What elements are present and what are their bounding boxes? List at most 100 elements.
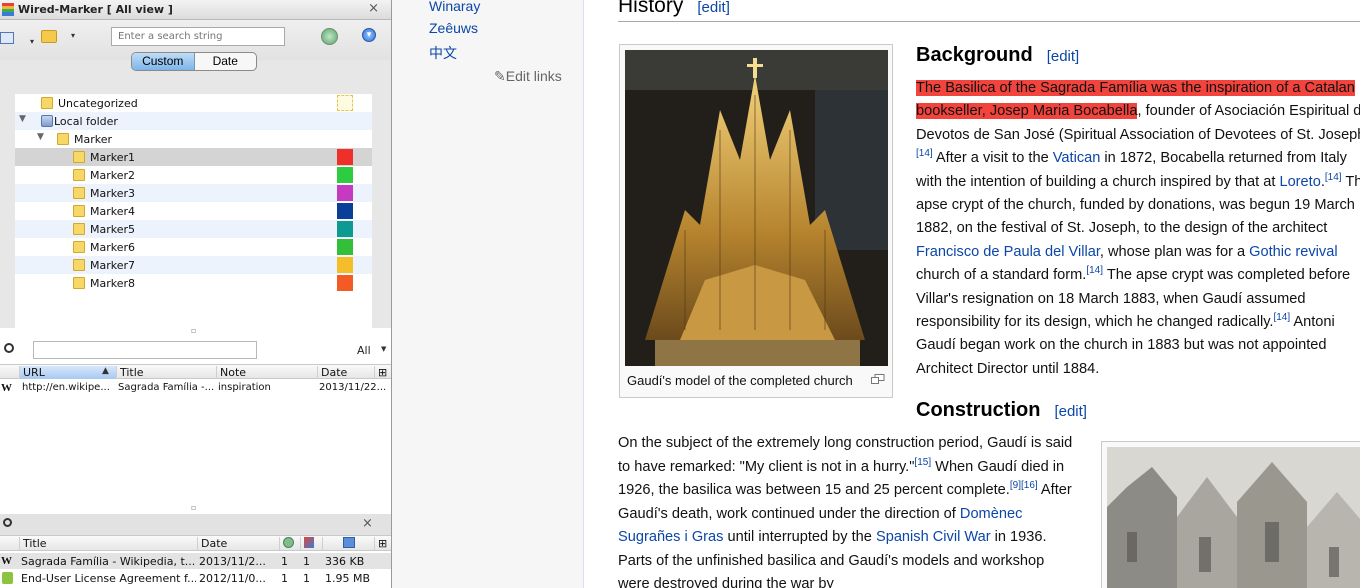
cell-title: End-User License Agreement f... (21, 572, 196, 585)
column-picker-icon[interactable]: ⊞ (374, 537, 391, 550)
cell-count: 1 (303, 555, 310, 568)
tree-row-marker8[interactable]: Marker8 (15, 274, 372, 292)
tree-row-marker2[interactable]: Marker2 (15, 166, 372, 184)
tree-label: Marker7 (90, 259, 136, 272)
chevron-down-icon[interactable]: ▾ (71, 31, 75, 40)
segment-custom[interactable]: Custom (132, 53, 195, 70)
view-segmented-control: Custom Date (131, 52, 257, 71)
wired-marker-sidebar: Wired-Marker [ All view ] × ▾ ▾ ▾ Custom… (0, 0, 392, 588)
tree-row-marker3[interactable]: Marker3 (15, 184, 372, 202)
marker-color-swatch (337, 221, 353, 237)
column-date[interactable]: Date (317, 366, 373, 379)
section-heading-construction: Construction [edit] (916, 399, 1087, 422)
link-gothic-revival[interactable]: Gothic revival (1249, 244, 1337, 260)
filter-select[interactable]: All (357, 344, 371, 357)
model-photo[interactable] (625, 50, 888, 366)
cell-count: 1 (303, 572, 310, 585)
language-link-chinese[interactable]: 中文 (429, 43, 457, 63)
cell-count: 1 (281, 572, 288, 585)
folder-add-icon[interactable] (41, 30, 57, 43)
language-link-winaray[interactable]: Winaray (429, 0, 480, 14)
column-title[interactable]: Title (116, 366, 215, 379)
column-title[interactable]: Title (19, 537, 196, 550)
save-column-icon[interactable] (322, 537, 372, 550)
column-picker-icon[interactable]: ⊞ (374, 366, 391, 379)
close-icon[interactable]: × (368, 1, 379, 16)
marker-color-swatch (337, 275, 353, 291)
wikipedia-icon: W (1, 555, 12, 567)
tree-label: Marker4 (90, 205, 136, 218)
chevron-down-icon[interactable]: ▾ (30, 37, 34, 46)
marker-color-swatch (337, 95, 353, 111)
page-list-pane: ▫ × Title Date ⊞ W Sagrada Família - Wik… (0, 503, 391, 588)
refresh-column-icon[interactable] (279, 537, 299, 550)
wired-marker-logo-icon (2, 3, 14, 16)
splitter-grip[interactable]: ▫ (191, 503, 196, 512)
edit-links-label: Edit links (505, 68, 562, 84)
facade-photo[interactable] (1107, 447, 1360, 588)
link-vatican[interactable]: Vatican (1053, 150, 1101, 166)
folder-icon (73, 259, 85, 271)
link-villar[interactable]: Francisco de Paula del Villar (916, 244, 1100, 260)
article-content: History [edit] Gaudí's model of the comp… (585, 0, 1360, 588)
edit-section-link[interactable]: [edit] (1047, 48, 1080, 65)
cell-date: 2013/11/2... (199, 555, 266, 568)
link-spanish-civil-war[interactable]: Spanish Civil War (876, 529, 991, 545)
tree-row-marker7[interactable]: Marker7 (15, 256, 372, 274)
citation-link[interactable]: [9][16] (1010, 480, 1038, 491)
tree-row-local-folder[interactable]: ▼ Local folder (15, 112, 372, 130)
search-input[interactable] (111, 27, 285, 46)
edit-section-link[interactable]: [edit] (697, 0, 730, 16)
edit-links-link[interactable]: ✎Edit links (494, 68, 562, 85)
column-date[interactable]: Date (197, 537, 278, 550)
facade-photo-art (1107, 447, 1360, 588)
folder-icon (73, 151, 85, 163)
citation-link[interactable]: [14] (1086, 265, 1103, 276)
view-mode-icon[interactable] (0, 32, 14, 44)
edit-section-link[interactable]: [edit] (1054, 403, 1087, 420)
tree-row-uncategorized[interactable]: Uncategorized (15, 94, 372, 112)
tree-label: Marker2 (90, 169, 136, 182)
table-row[interactable]: W http://en.wikipe... Sagrada Família -.… (0, 380, 391, 396)
sort-column-icon[interactable] (300, 537, 322, 550)
marker-search-input[interactable] (33, 341, 257, 359)
background-paragraph: The Basilica of the Sagrada Família was … (916, 77, 1360, 381)
enlarge-icon[interactable] (871, 374, 885, 384)
citation-link[interactable]: [14] (916, 148, 933, 159)
expand-triangle-icon[interactable]: ▼ (19, 114, 26, 124)
citation-link[interactable]: [15] (914, 457, 931, 468)
model-photo-art (625, 50, 888, 366)
refresh-icon[interactable] (321, 28, 338, 45)
cell-title: Sagrada Família -... (118, 382, 214, 393)
expand-triangle-icon[interactable]: ▼ (37, 132, 44, 142)
cell-count: 1 (281, 555, 288, 568)
citation-link[interactable]: [14] (1325, 172, 1342, 183)
heading-text: History (618, 0, 684, 17)
info-icon[interactable]: ▾ (362, 28, 376, 42)
table-row[interactable]: W Sagrada Família - Wikipedia, t... 2013… (0, 553, 391, 569)
search-icon (3, 518, 12, 527)
tree-row-marker4[interactable]: Marker4 (15, 202, 372, 220)
close-icon[interactable]: × (362, 516, 373, 531)
column-note[interactable]: Note (216, 366, 316, 379)
tree-row-marker6[interactable]: Marker6 (15, 238, 372, 256)
marker-color-swatch (337, 185, 353, 201)
tree-label: Uncategorized (58, 97, 138, 110)
pencil-icon: ✎ (494, 68, 506, 84)
tree-label: Marker8 (90, 277, 136, 290)
citation-link[interactable]: [14] (1273, 312, 1290, 323)
language-link-zeeuws[interactable]: Zeêuws (429, 20, 478, 36)
page-list-header: Title Date ⊞ (0, 535, 391, 551)
link-loreto[interactable]: Loreto (1279, 174, 1320, 190)
tree-row-marker5[interactable]: Marker5 (15, 220, 372, 238)
chevron-down-icon[interactable]: ▼ (381, 345, 386, 353)
segment-date[interactable]: Date (195, 53, 257, 70)
text: church of a standard form. (916, 267, 1087, 284)
heading-divider (618, 21, 1360, 22)
splitter-grip[interactable]: ▫ (191, 326, 196, 335)
tree-row-marker[interactable]: ▼ Marker (15, 130, 372, 148)
tree-row-marker1[interactable]: Marker1 (15, 148, 372, 166)
table-row[interactable]: End-User License Agreement f... 2012/11/… (0, 570, 391, 586)
cell-title: Sagrada Família - Wikipedia, t... (21, 555, 196, 568)
text: , whose plan was for a (1099, 243, 1250, 260)
